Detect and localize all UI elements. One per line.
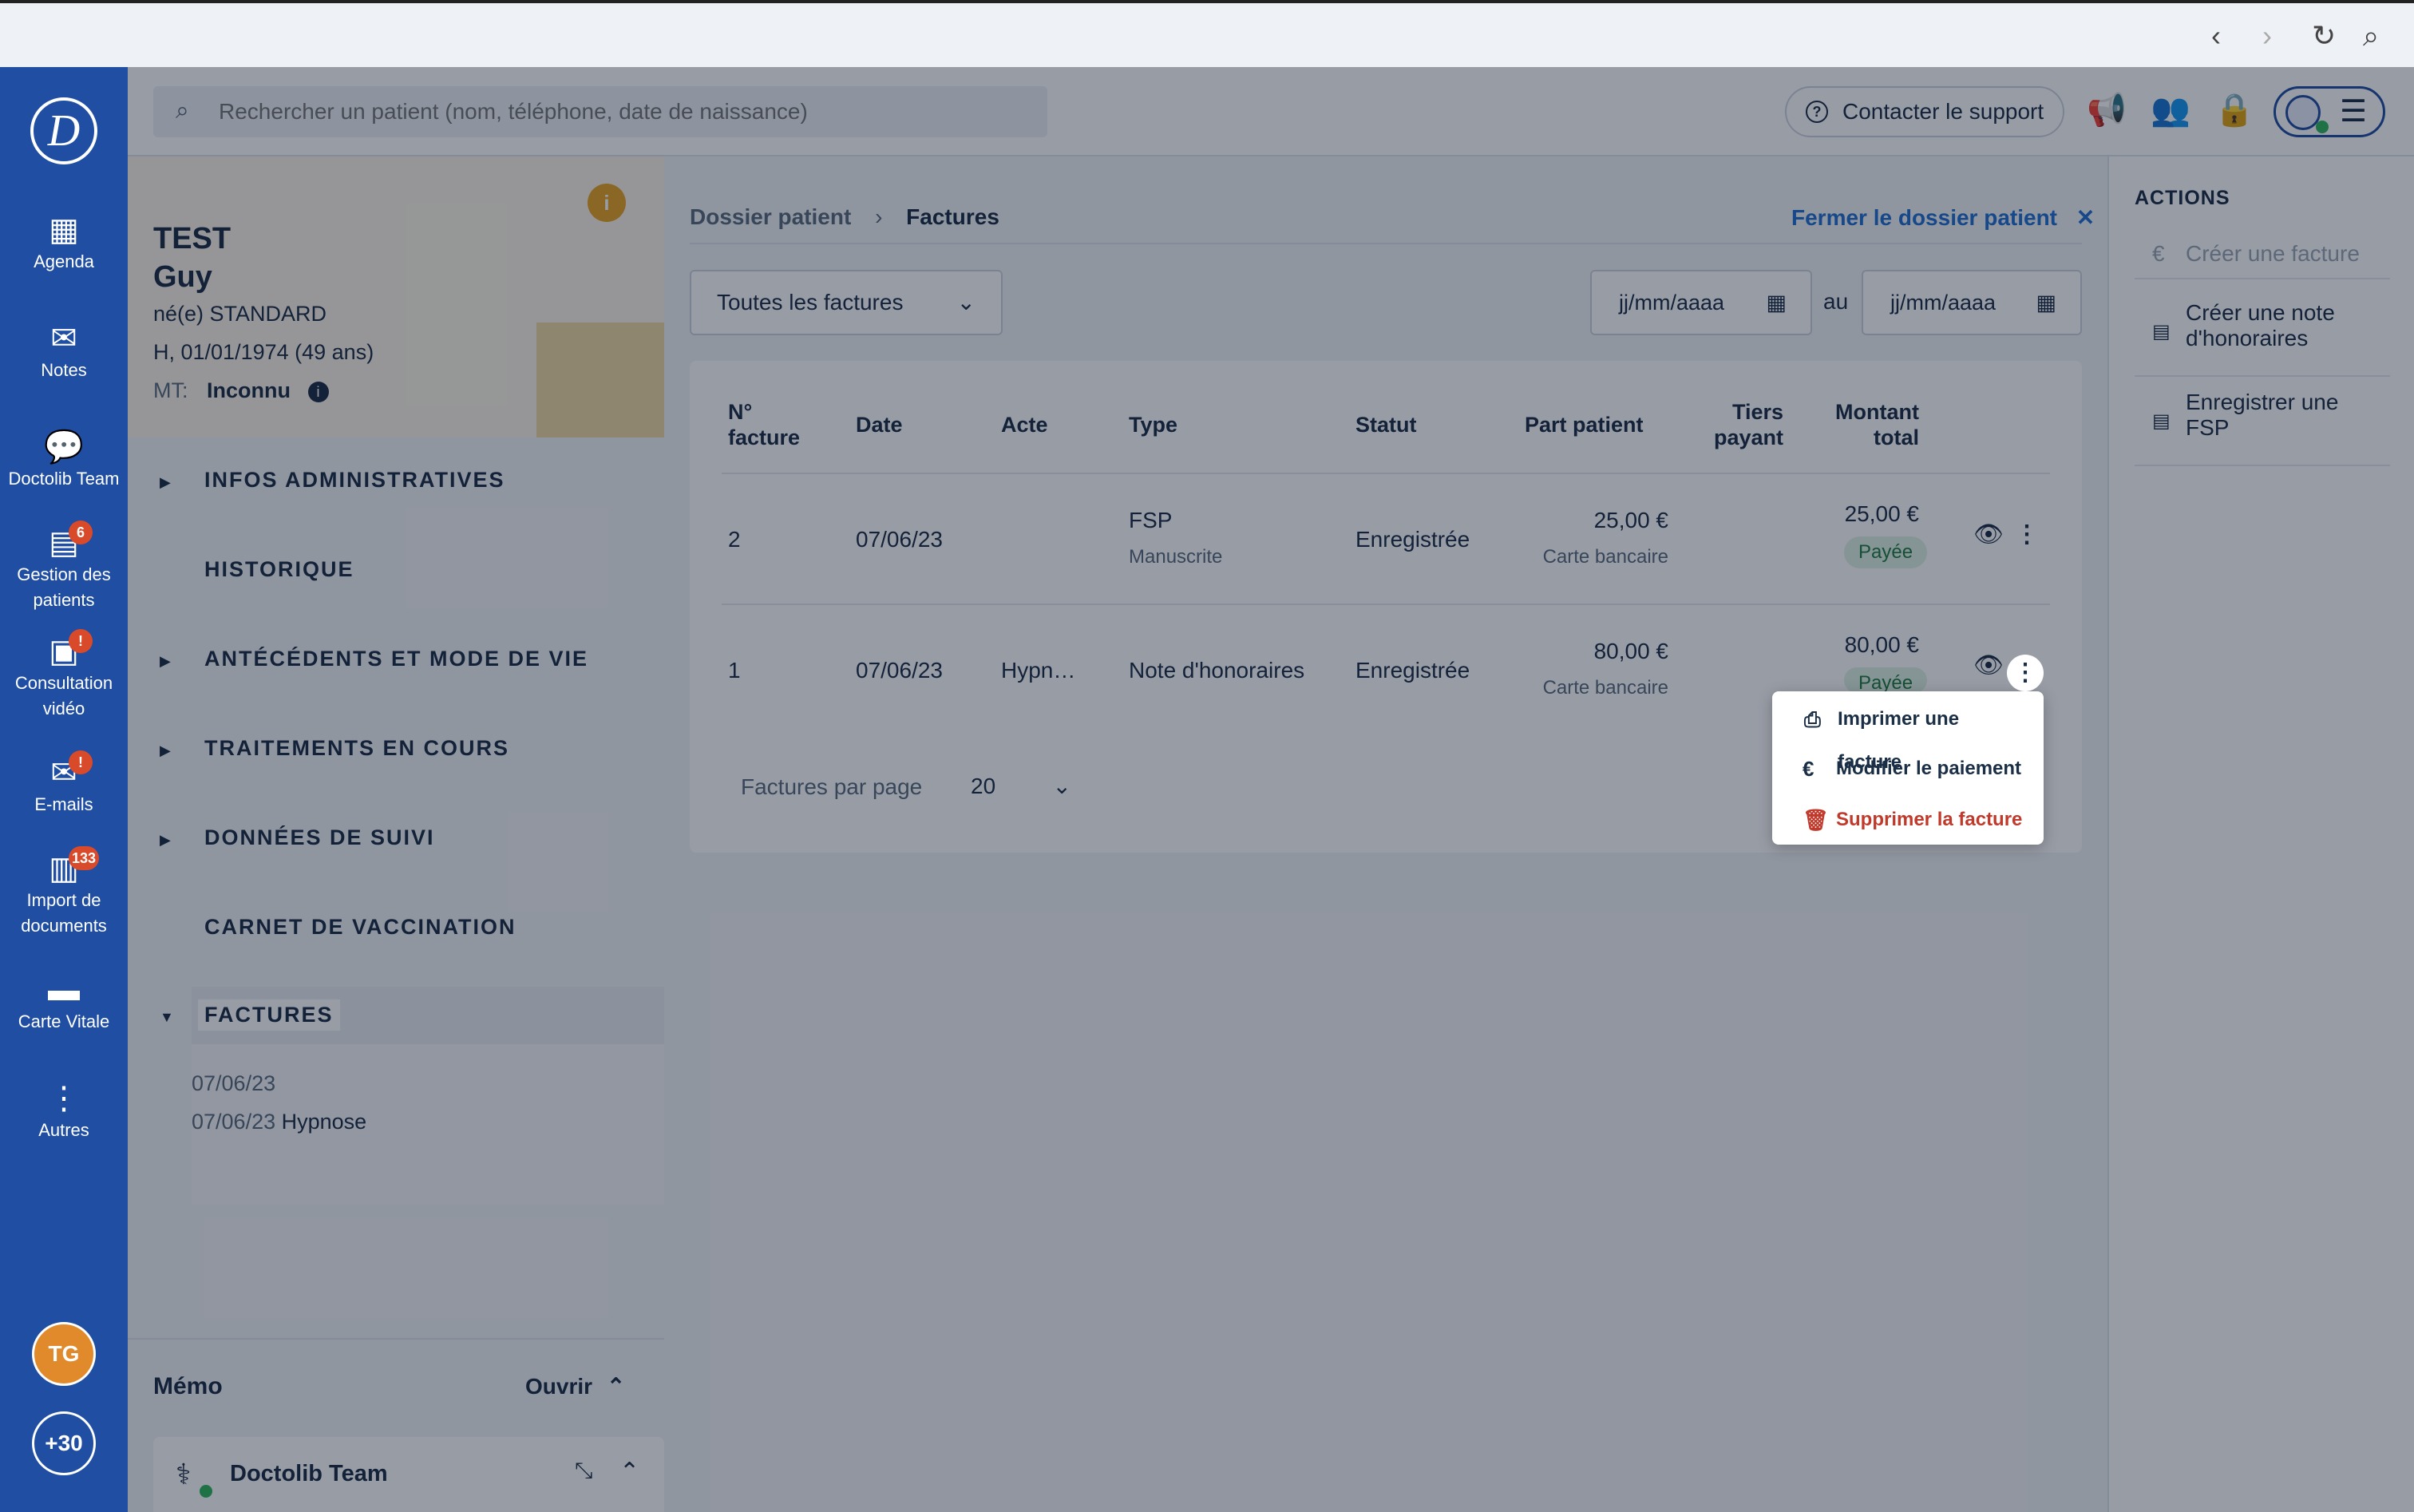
euro-icon: € (1803, 757, 1814, 781)
nav-autres[interactable]: ⋮ Autres (0, 1079, 128, 1143)
user-avatar[interactable]: TG (32, 1322, 96, 1386)
notification-badge: ! (69, 629, 93, 653)
document-icon: ▥ (49, 851, 79, 886)
nav-label: Carte Vitale (18, 1011, 110, 1031)
forward-icon[interactable]: › (2262, 19, 2272, 53)
nav-label: Consultation vidéo (14, 673, 113, 718)
chat-icon: 💬 (44, 429, 84, 465)
more-icon: ⋮ (48, 1081, 80, 1116)
print-invoice-menu-item[interactable]: ⎙ Imprimer une facture (1787, 696, 2029, 773)
doctolib-logo[interactable]: D (30, 97, 97, 164)
edit-payment-menu-item[interactable]: € Modifier le paiement (1787, 747, 2029, 790)
nav-gestion-patients[interactable]: 6 ▤ Gestion des patients (0, 520, 128, 613)
invoice-context-menu: ⎙ Imprimer une facture € Modifier le pai… (1772, 691, 2044, 845)
patients-icon: ▤ (49, 525, 79, 560)
nav-emails[interactable]: ! ✉ E-mails (0, 750, 128, 817)
nav-label: E-mails (34, 794, 93, 814)
nav-consultation-video[interactable]: ! ▣ Consultation vidéo (0, 629, 128, 722)
envelope-icon: ✉ (50, 321, 77, 356)
nav-label: Doctolib Team (8, 469, 120, 489)
nav-label: Import de documents (21, 890, 107, 936)
nav-label: Notes (41, 360, 87, 380)
nav-agenda[interactable]: ▦ Agenda (0, 211, 128, 275)
delete-invoice-menu-item[interactable]: 🗑 Supprimer la facture (1787, 798, 2029, 841)
left-navigation: D ▦ Agenda ✉ Notes 💬 Doctolib Team 6 ▤ G… (0, 67, 128, 1512)
nav-label: Agenda (34, 251, 94, 271)
video-icon: ▣ (49, 634, 79, 669)
more-options-icon[interactable]: ⋮ (2007, 655, 2044, 691)
nav-label: Autres (38, 1120, 89, 1140)
nav-carte-vitale[interactable]: ▬ Carte Vitale (0, 971, 128, 1035)
more-accounts-button[interactable]: +30 (32, 1411, 96, 1475)
nav-label: Gestion des patients (17, 564, 111, 610)
menu-item-label: Supprimer la facture (1836, 809, 2023, 830)
nav-doctolib-team[interactable]: 💬 Doctolib Team (0, 428, 128, 492)
modal-overlay[interactable] (128, 67, 2414, 1512)
notification-badge: 6 (69, 520, 93, 544)
notification-badge: ! (69, 750, 93, 774)
trash-icon: 🗑 (1803, 808, 1830, 832)
menu-item-label: Modifier le paiement (1836, 758, 2022, 779)
nav-notes[interactable]: ✉ Notes (0, 319, 128, 383)
notification-badge: 133 (69, 846, 100, 870)
card-icon: ▬ (48, 972, 80, 1007)
printer-icon: ⎙ (1804, 707, 1821, 731)
back-icon[interactable]: ‹ (2211, 19, 2221, 53)
mail-icon: ✉ (50, 755, 77, 790)
nav-import-documents[interactable]: 133 ▥ Import de documents (0, 846, 128, 939)
reload-icon[interactable]: ↻ (2312, 19, 2336, 53)
zoom-icon[interactable]: ⌕ (2363, 19, 2379, 53)
calendar-icon: ▦ (49, 212, 79, 247)
browser-toolbar: ‹ › ↻ ⌕ (0, 0, 2414, 67)
